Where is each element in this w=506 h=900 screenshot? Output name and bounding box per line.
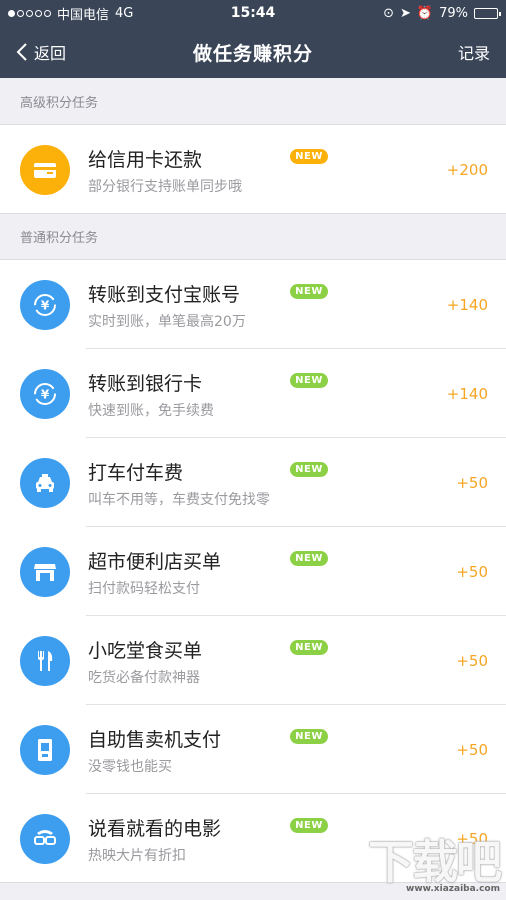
task-points: +140 — [446, 384, 488, 403]
svg-text:¥: ¥ — [41, 387, 50, 401]
task-description: 部分银行支持账单同步哦 — [88, 179, 242, 195]
task-description: 扫付款码轻松支付 — [88, 581, 200, 597]
store-icon — [20, 546, 70, 597]
task-name: 自助售卖机支付 — [88, 729, 222, 751]
signal-icon — [8, 9, 51, 17]
new-badge: NEW — [290, 149, 328, 164]
task-description: 没零钱也能买 — [88, 759, 172, 775]
task-name: 小吃堂食买单 — [88, 640, 203, 662]
task-points: +140 — [446, 295, 488, 314]
new-badge: NEW — [290, 284, 328, 299]
task-name: 打车付车费 — [88, 462, 184, 484]
task-text: 小吃堂食买单 NEW 吃货必备付款神器 — [88, 616, 428, 705]
task-points: +50 — [456, 473, 488, 492]
new-badge: NEW — [290, 818, 328, 833]
watermark-logo: 下载吧 — [368, 835, 502, 889]
task-text: 超市便利店买单 NEW 扫付款码轻松支付 — [88, 527, 428, 616]
task-text: 转账到银行卡 NEW 快速到账，免手续费 — [88, 349, 428, 438]
task-row[interactable]: 给信用卡还款 NEW 部分银行支持账单同步哦 +200 — [0, 125, 506, 214]
task-points: +50 — [456, 651, 488, 670]
task-points: +50 — [456, 562, 488, 581]
new-badge: NEW — [290, 729, 328, 744]
rotation-lock-icon: ⊙ — [383, 5, 394, 21]
section-header: 普通积分任务 — [0, 214, 506, 260]
battery-percent: 79% — [439, 5, 468, 21]
card-icon — [20, 144, 70, 195]
chevron-left-icon — [16, 43, 27, 61]
task-points: +50 — [456, 740, 488, 759]
task-row[interactable]: 超市便利店买单 NEW 扫付款码轻松支付 +50 — [0, 527, 506, 616]
new-badge: NEW — [290, 640, 328, 655]
back-label: 返回 — [34, 44, 67, 63]
battery-icon — [474, 7, 501, 19]
task-row[interactable]: 自助售卖机支付 NEW 没零钱也能买 +50 — [0, 705, 506, 794]
section-header: 高级积分任务 — [0, 79, 506, 125]
page-title: 做任务赚积分 — [192, 42, 314, 65]
task-text: 打车付车费 NEW 叫车不用等，车费支付免找零 — [88, 438, 428, 527]
vending-machine-icon — [20, 724, 70, 775]
task-row[interactable]: 打车付车费 NEW 叫车不用等，车费支付免找零 +50 — [0, 438, 506, 527]
status-bar: 中国电信 4G 15:44 ⊙ ➤ ⏰ 79% — [0, 0, 506, 26]
taxi-icon — [20, 457, 70, 508]
task-name: 转账到支付宝账号 — [88, 284, 241, 306]
task-name: 给信用卡还款 — [88, 149, 203, 171]
task-description: 快速到账，免手续费 — [88, 403, 214, 419]
record-button[interactable]: 记录 — [458, 40, 490, 64]
task-text: 给信用卡还款 NEW 部分银行支持账单同步哦 — [88, 125, 428, 214]
transfer-icon: ¥ — [20, 368, 70, 419]
location-icon: ➤ — [400, 5, 411, 21]
task-name: 转账到银行卡 — [88, 373, 203, 395]
task-name: 超市便利店买单 — [88, 551, 222, 573]
clock: 15:44 — [230, 5, 276, 21]
task-text: 自助售卖机支付 NEW 没零钱也能买 — [88, 705, 428, 794]
new-badge: NEW — [290, 373, 328, 388]
task-list: 高级积分任务给信用卡还款 NEW 部分银行支持账单同步哦 +200 普通积分任务 ¥ 转账到… — [0, 79, 506, 883]
new-badge: NEW — [290, 462, 328, 477]
task-row[interactable]: ¥ 转账到银行卡 NEW 快速到账，免手续费 +140 — [0, 349, 506, 438]
task-section: ¥ 转账到支付宝账号 NEW 实时到账，单笔最高20万 +140 ¥ 转账到银行卡 NEW 快速… — [0, 260, 506, 883]
task-points: +200 — [446, 160, 488, 179]
carrier-label: 中国电信 — [57, 7, 110, 23]
task-description: 吃货必备付款神器 — [88, 670, 200, 686]
new-badge: NEW — [290, 551, 328, 566]
watermark: 下载吧 www.xiazaiba.com — [368, 839, 502, 894]
nav-bar: 返回 做任务赚积分 记录 — [0, 26, 506, 78]
task-description: 热映大片有折扣 — [88, 848, 186, 864]
task-row[interactable]: 小吃堂食买单 NEW 吃货必备付款神器 +50 — [0, 616, 506, 705]
task-text: 转账到支付宝账号 NEW 实时到账，单笔最高20万 — [88, 260, 428, 349]
transfer-icon: ¥ — [20, 279, 70, 330]
network-label: 4G — [115, 5, 134, 21]
alarm-icon: ⏰ — [416, 5, 434, 21]
utensils-icon — [20, 635, 70, 686]
task-name: 说看就看的电影 — [88, 818, 222, 840]
task-section: 给信用卡还款 NEW 部分银行支持账单同步哦 +200 — [0, 125, 506, 214]
svg-text:¥: ¥ — [41, 298, 50, 312]
back-button[interactable]: 返回 — [16, 40, 66, 64]
task-row[interactable]: ¥ 转账到支付宝账号 NEW 实时到账，单笔最高20万 +140 — [0, 260, 506, 349]
header-bar: 中国电信 4G 15:44 ⊙ ➤ ⏰ 79% 返回 做任务赚积分 记录 — [0, 0, 506, 78]
task-description: 实时到账，单笔最高20万 — [88, 314, 246, 330]
movie-glasses-icon — [20, 813, 70, 864]
task-description: 叫车不用等，车费支付免找零 — [88, 492, 270, 508]
